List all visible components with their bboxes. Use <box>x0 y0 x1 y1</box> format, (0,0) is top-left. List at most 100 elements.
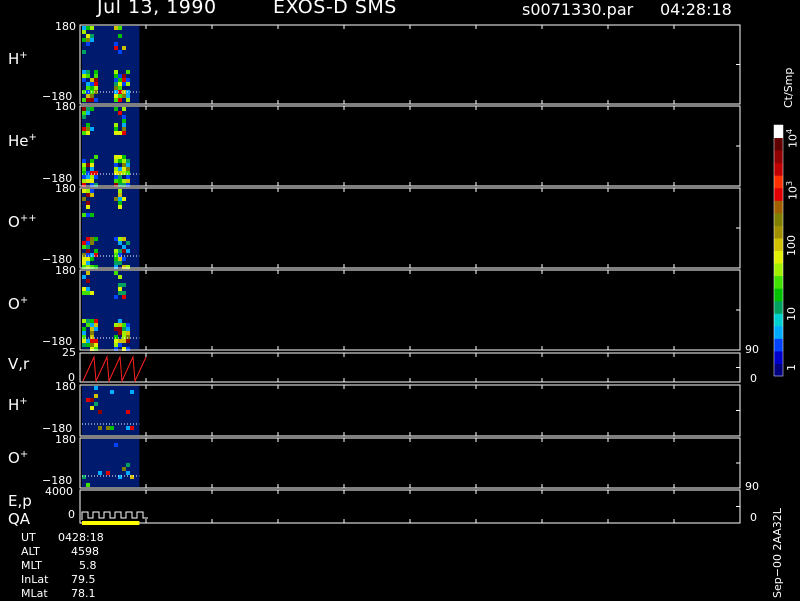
spectrogram-cell <box>86 38 90 42</box>
spectrogram-cell <box>86 189 90 193</box>
spectrogram-cell <box>114 163 118 167</box>
panel-label-he-plus: He+ <box>8 132 37 150</box>
spectrogram-cell <box>118 339 122 343</box>
spectrogram-cell <box>114 343 118 347</box>
spectrogram-cell <box>118 193 122 197</box>
spectrogram-cell <box>86 127 90 131</box>
spectrogram-cell <box>86 163 90 167</box>
spectrogram-cell <box>82 245 86 249</box>
spectrogram-cell <box>122 197 126 201</box>
spectrogram-cell <box>126 463 130 467</box>
spectrogram-cell <box>82 257 86 261</box>
spectrogram-cell <box>90 327 94 331</box>
panel-label-o-plus: O+ <box>8 295 29 313</box>
spectrogram-cell <box>114 323 118 327</box>
spectrogram-cell <box>90 82 94 86</box>
colorbar-swatch <box>774 137 783 151</box>
spectrogram-cell <box>86 107 90 111</box>
spectrogram-cell <box>86 261 90 265</box>
spectrogram-cell <box>114 82 118 86</box>
spectrogram-cell <box>122 107 126 111</box>
spectrogram-cell <box>86 26 90 30</box>
spectrogram-cell <box>86 179 90 183</box>
spectrogram-cell <box>82 213 86 217</box>
spectrogram-cell <box>86 291 90 295</box>
spectrogram-cell <box>94 343 98 347</box>
spectrogram-cell <box>114 107 118 111</box>
panel-frame-vr <box>79 352 741 383</box>
spectrogram-cell <box>114 86 118 90</box>
colorbar-swatch <box>774 313 783 327</box>
colorbar-unit: Ct/Smp <box>782 67 795 108</box>
spectrogram-cell <box>126 78 130 82</box>
spectrogram-cell <box>94 86 98 90</box>
spectrogram-cell <box>90 175 94 179</box>
o-plus-ytick-top: 180 <box>55 264 76 277</box>
spectrogram-cell <box>118 86 122 90</box>
ep-right-tick-bottom: 0 <box>750 511 757 524</box>
spectrogram-cell <box>94 319 98 323</box>
spectrogram-cell <box>122 167 126 171</box>
spectrogram-cell <box>114 78 118 82</box>
spectrogram-cell <box>86 82 90 86</box>
spectrogram-cell <box>82 111 86 115</box>
spectrogram-cell <box>98 426 102 430</box>
spectrogram-cell <box>94 70 98 74</box>
spectrogram-cell <box>86 70 90 74</box>
spectrogram-cell <box>122 249 126 253</box>
spectrogram-cell <box>118 275 122 279</box>
spectrogram-cell <box>90 163 94 167</box>
spectrogram-cell <box>82 163 86 167</box>
colorbar-tick-1000: 103 <box>785 180 800 200</box>
spectrogram-cell <box>122 119 126 123</box>
spectrogram-cell <box>114 339 118 343</box>
spectrogram-cell <box>118 343 122 347</box>
spectrogram-cell <box>114 443 118 447</box>
spectrogram-cell <box>90 127 94 131</box>
spectrogram-cell <box>126 339 130 343</box>
spectrogram-cell <box>122 331 126 335</box>
panel-frame-ep-qa <box>79 489 741 524</box>
chart-date: Jul 13, 1990 <box>97 0 217 18</box>
spectrogram-cell <box>126 179 130 183</box>
version-label: Sep−00 2AA32L <box>771 508 784 598</box>
spectrogram-cell <box>82 275 86 279</box>
chart-instrument: EXOS-D SMS <box>273 0 397 18</box>
spectrogram-cell <box>98 471 102 475</box>
spectrogram-cell <box>86 398 90 402</box>
spectrogram-cell <box>118 34 122 38</box>
spectrogram-cell <box>114 295 118 299</box>
spectrogram-cell <box>86 123 90 127</box>
colorbar-swatch <box>774 237 783 251</box>
spectrogram-cell <box>110 390 114 394</box>
colorbar-tick-100: 100 <box>785 235 798 256</box>
footer-info: UT 0428:18 ALT 4598 MLT 5.8 InLat 79.5 MLat 7… <box>21 531 104 601</box>
spectrogram-cell <box>82 70 86 74</box>
spectrogram-cell <box>118 257 122 261</box>
panel-label-o-plus-2: O+ <box>8 449 29 467</box>
spectrogram-cell <box>90 343 94 347</box>
spectrogram-cell <box>82 189 86 193</box>
panel-label-o-plus-plus: O++ <box>8 213 37 231</box>
spectrogram-cell <box>122 155 126 159</box>
colorbar-swatch <box>774 200 783 214</box>
colorbar-swatch <box>774 225 783 239</box>
footer-row-alt: ALT 4598 <box>21 545 99 558</box>
spectrogram-cell <box>86 74 90 78</box>
spectrogram-cell <box>82 131 86 135</box>
panel-label-h-plus-2: H+ <box>8 396 28 414</box>
spectrogram-cell <box>82 167 86 171</box>
spectrogram-cell <box>122 179 126 183</box>
spectrogram-cell <box>122 94 126 98</box>
spectrogram-cell <box>118 167 122 171</box>
spectrogram-cell <box>126 167 130 171</box>
spectrogram-cell <box>86 42 90 46</box>
spectrogram-cell <box>118 50 122 54</box>
spectrogram-cell <box>82 115 86 119</box>
spectrogram-cell <box>126 98 130 102</box>
colorbar-swatch <box>774 212 783 226</box>
spectrogram-cell <box>90 331 94 335</box>
he-plus-ytick-top: 180 <box>55 100 76 113</box>
spectrogram-cell <box>118 111 122 115</box>
spectrogram-cell <box>114 249 118 253</box>
